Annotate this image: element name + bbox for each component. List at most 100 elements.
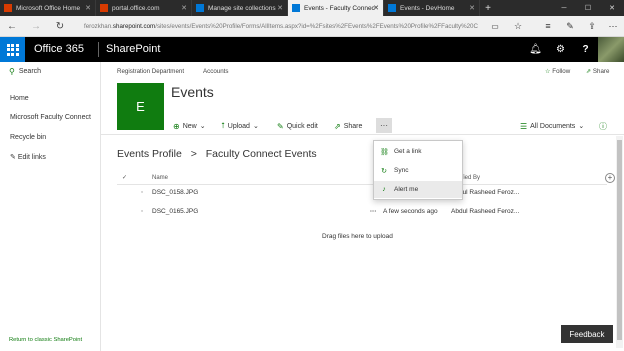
column-name[interactable]: Name [152, 175, 168, 181]
hub-icon[interactable]: ≡ [541, 19, 555, 33]
table-row[interactable]: ▫ DSC_0165.JPG ··· A few seconds ago Abd… [117, 206, 607, 219]
browser-tab[interactable]: Manage site collections ✕ [192, 0, 288, 16]
library-breadcrumb: Events Profile > Faculty Connect Events [117, 148, 317, 160]
tab-label: Microsoft Office Home [16, 4, 81, 12]
tab-label: Manage site collections [208, 4, 276, 12]
bell-icon: ♪ [382, 186, 386, 193]
window-controls: ─ ☐ ✕ [552, 0, 624, 16]
breadcrumb-separator: > [190, 148, 197, 160]
close-icon[interactable]: ✕ [181, 4, 187, 12]
minimize-icon[interactable]: ─ [552, 0, 576, 16]
browser-tab[interactable]: portal.office.com ✕ [96, 0, 192, 16]
share-site-button[interactable]: ⇗ Share [586, 68, 609, 75]
app-launcher-icon[interactable] [0, 37, 25, 62]
scrollbar[interactable] [616, 136, 623, 348]
maximize-icon[interactable]: ☐ [576, 0, 600, 16]
refresh-icon[interactable]: ↻ [52, 19, 68, 33]
left-nav: ⚲ Search Home Microsoft Faculty Connect … [0, 62, 101, 351]
modified-date: A few seconds ago [383, 208, 438, 215]
site-link-accounts[interactable]: Accounts [203, 68, 228, 75]
office365-label[interactable]: Office 365 [34, 43, 84, 55]
back-icon[interactable]: ← [4, 19, 20, 33]
command-bar: ⊕ New ⌄ ⭡ Upload ⌄ ✎ Quick edit ⇗ Share … [101, 117, 624, 135]
close-icon[interactable]: ✕ [277, 4, 283, 12]
search-icon: ⚲ [9, 67, 15, 76]
share-icon: ⇗ [334, 121, 341, 131]
file-name[interactable]: DSC_0158.JPG [152, 189, 198, 196]
pencil-icon: ✎ [10, 154, 16, 161]
breadcrumb-parent[interactable]: Events Profile [117, 148, 182, 160]
url-path: /sites/events/Events%20Profile/Forms/All… [155, 22, 478, 30]
breadcrumb-current: Faculty Connect Events [205, 148, 317, 160]
return-classic-link[interactable]: Return to classic SharePoint [9, 337, 82, 343]
url-field[interactable]: ferozkhan. sharepoint.com/sites/events/Ev… [84, 19, 484, 33]
browser-tab[interactable]: Microsoft Office Home ✕ [0, 0, 96, 16]
file-icon: ▫ [141, 208, 144, 215]
quick-edit-button[interactable]: ✎ Quick edit [277, 120, 318, 132]
office-icon [100, 4, 108, 12]
view-label: All Documents [530, 122, 576, 130]
close-icon[interactable]: ✕ [373, 4, 379, 12]
menu-item-alert-me[interactable]: ♪ Alert me [374, 181, 462, 198]
tab-label: Events - DevHome [400, 4, 455, 12]
window-close-icon[interactable]: ✕ [600, 0, 624, 16]
plus-circle-icon: ⊕ [173, 121, 180, 131]
select-all-check-icon[interactable]: ✓ [122, 174, 127, 181]
share-icon: ⇗ [586, 68, 592, 75]
add-column-icon[interactable]: + [605, 173, 615, 183]
more-commands-menu: ⛓ Get a link ↻ Sync ♪ Alert me [373, 140, 463, 200]
close-icon[interactable]: ✕ [469, 4, 475, 12]
notes-icon[interactable]: ✎ [563, 19, 577, 33]
upload-button[interactable]: ⭡ Upload ⌄ [221, 120, 259, 132]
gear-icon[interactable]: ⚙ [548, 37, 573, 62]
suite-bar: Office 365 SharePoint 🔔︎ ⚙ ? [0, 37, 624, 62]
share-button[interactable]: ⇗ Share [334, 120, 362, 132]
sharepoint-icon [292, 4, 300, 12]
new-tab-icon[interactable]: + [480, 0, 496, 16]
scrollbar-thumb[interactable] [617, 140, 622, 340]
sharepoint-icon [196, 4, 204, 12]
chevron-down-icon: ⌄ [578, 123, 585, 130]
edit-links[interactable]: ✎ Edit links [10, 153, 46, 161]
share-browser-icon[interactable]: ⇪ [585, 19, 599, 33]
search-box[interactable]: ⚲ Search [9, 67, 41, 76]
sync-icon: ↻ [381, 167, 387, 175]
upload-label: Upload [227, 122, 250, 130]
view-selector[interactable]: ☰ All Documents ⌄ [520, 120, 584, 132]
avatar[interactable] [598, 37, 624, 62]
help-icon[interactable]: ? [573, 37, 598, 62]
browser-tab-bar: Microsoft Office Home ✕ portal.office.co… [0, 0, 624, 16]
info-button[interactable]: ⓘ [599, 120, 607, 132]
url-domain: sharepoint.com [112, 22, 156, 30]
pencil-icon: ✎ [277, 121, 284, 131]
browser-tab[interactable]: Events - DevHome ✕ [384, 0, 480, 16]
more-commands-button[interactable]: ··· [376, 118, 392, 133]
reading-view-icon[interactable]: ▭ [488, 19, 502, 33]
search-label: Search [18, 68, 42, 75]
bell-icon[interactable]: 🔔︎ [523, 37, 548, 62]
menu-item-sync[interactable]: ↻ Sync [374, 162, 462, 179]
favorite-star-icon[interactable]: ☆ [511, 19, 525, 33]
drag-upload-hint: Drag files here to upload [322, 233, 393, 240]
site-link-registration[interactable]: Registration Department [117, 68, 184, 75]
browser-tab-active[interactable]: Events - Faculty Connec ✕ [288, 0, 384, 16]
feedback-button[interactable]: Feedback [561, 325, 613, 343]
nav-item-faculty-connect[interactable]: Microsoft Faculty Connect [10, 114, 91, 121]
table-row[interactable]: ▫ DSC_0158.JPG Abdul Rasheed Feroz... [117, 187, 607, 200]
nav-item-recycle-bin[interactable]: Recycle bin [10, 134, 46, 141]
new-label: New [182, 122, 197, 130]
menu-item-label: Get a link [394, 148, 422, 155]
link-icon: ⛓ [380, 148, 389, 156]
menu-item-get-link[interactable]: ⛓ Get a link [374, 143, 462, 160]
url-prefix: ferozkhan. [84, 22, 113, 30]
row-more-icon[interactable]: ··· [370, 208, 377, 215]
site-title[interactable]: Events [171, 84, 214, 100]
sharepoint-label[interactable]: SharePoint [106, 43, 160, 55]
file-name[interactable]: DSC_0165.JPG [152, 208, 198, 215]
close-icon[interactable]: ✕ [85, 4, 91, 12]
new-button[interactable]: ⊕ New ⌄ [173, 120, 206, 132]
forward-icon[interactable]: → [28, 19, 44, 33]
follow-button[interactable]: ☆ Follow [545, 68, 570, 75]
nav-item-home[interactable]: Home [10, 95, 29, 102]
more-browser-icon[interactable]: ⋯ [606, 19, 620, 33]
